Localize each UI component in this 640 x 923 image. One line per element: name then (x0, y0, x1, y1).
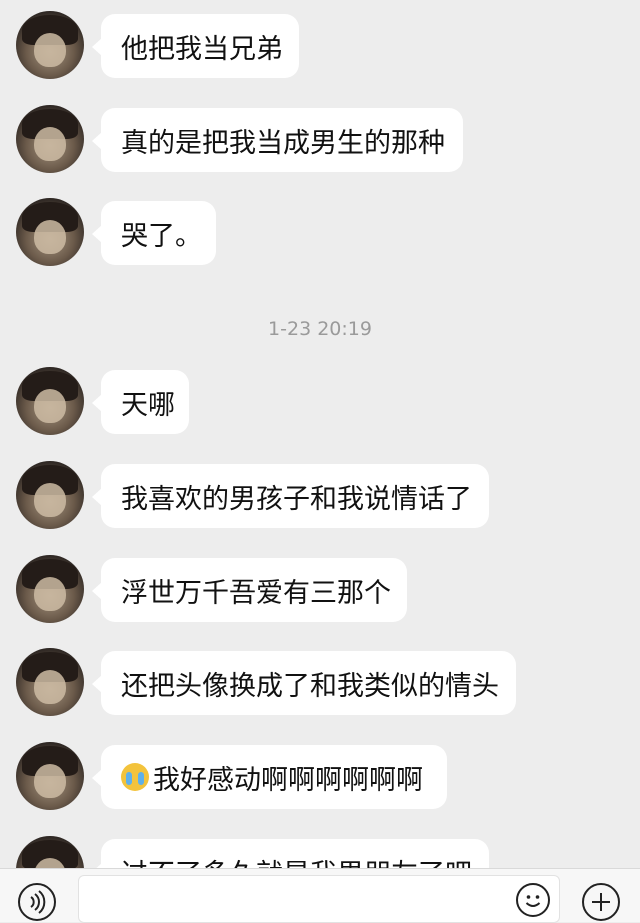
chat-area[interactable]: 他把我当兄弟 真的是把我当成男生的那种 哭了。 1-23 20:19 天哪 我喜… (0, 0, 640, 868)
avatar[interactable] (16, 648, 84, 716)
message-row: 哭了。 (0, 198, 640, 268)
timestamp: 1-23 20:19 (268, 318, 372, 340)
message-row: 过不了多久就是我男朋友了吧 (0, 836, 640, 868)
avatar[interactable] (16, 742, 84, 810)
message-row: 天哪 (0, 367, 640, 437)
avatar[interactable] (16, 836, 84, 868)
message-row: 他把我当兄弟 (0, 11, 640, 81)
avatar[interactable] (16, 105, 84, 173)
message-bubble[interactable]: 过不了多久就是我男朋友了吧 (92, 839, 489, 869)
avatar[interactable] (16, 367, 84, 435)
message-bubble[interactable]: 哭了。 (92, 201, 216, 265)
message-bubble[interactable]: 浮世万千吾爱有三那个 (92, 558, 407, 622)
message-text: 我喜欢的男孩子和我说情话了 (121, 483, 472, 515)
message-input[interactable] (78, 875, 560, 923)
message-row: 浮世万千吾爱有三那个 (0, 555, 640, 625)
message-row: 我好感动啊啊啊啊啊啊 (0, 742, 640, 812)
plus-icon[interactable] (582, 883, 620, 921)
message-row: 我喜欢的男孩子和我说情话了 (0, 461, 640, 531)
message-text: 过不了多久就是我男朋友了吧 (121, 852, 472, 869)
message-text: 他把我当兄弟 (121, 33, 283, 65)
message-bubble[interactable]: 他把我当兄弟 (92, 14, 299, 78)
message-bubble[interactable]: 真的是把我当成男生的那种 (92, 108, 463, 172)
message-text: 我好感动啊啊啊啊啊啊 (153, 764, 423, 796)
message-text: 天哪 (121, 389, 175, 421)
message-text: 浮世万千吾爱有三那个 (121, 577, 391, 609)
avatar[interactable] (16, 11, 84, 79)
message-bubble[interactable]: 我好感动啊啊啊啊啊啊 (92, 745, 447, 809)
avatar[interactable] (16, 198, 84, 266)
message-bubble[interactable]: 我喜欢的男孩子和我说情话了 (92, 464, 489, 528)
message-text: 哭了。 (121, 220, 202, 252)
message-text: 还把头像换成了和我类似的情头 (121, 670, 499, 702)
input-bar (0, 868, 640, 923)
message-bubble[interactable]: 天哪 (92, 370, 189, 434)
avatar[interactable] (16, 555, 84, 623)
message-text: 真的是把我当成男生的那种 (121, 127, 445, 159)
message-row: 真的是把我当成男生的那种 (0, 105, 640, 175)
message-bubble[interactable]: 还把头像换成了和我类似的情头 (92, 651, 516, 715)
avatar[interactable] (16, 461, 84, 529)
voice-icon[interactable] (18, 883, 56, 921)
crying-face-icon (121, 763, 149, 791)
emoji-icon[interactable] (516, 883, 550, 917)
message-row: 还把头像换成了和我类似的情头 (0, 648, 640, 718)
